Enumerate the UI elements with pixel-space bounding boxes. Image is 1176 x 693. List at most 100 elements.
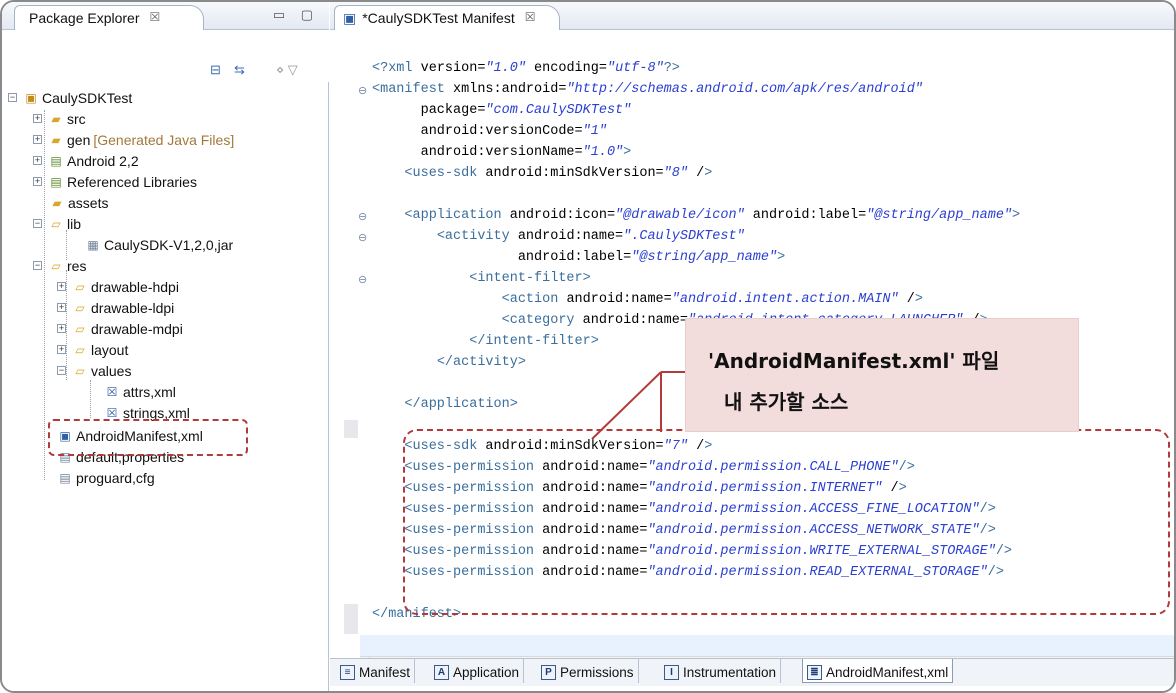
text-file-icon: ▤ xyxy=(59,470,71,485)
project-icon: ▣ xyxy=(25,90,37,105)
tree-guide-line xyxy=(90,380,91,418)
tree-item-label: drawable-ldpi xyxy=(91,299,175,316)
tree-item-values[interactable]: − ▱ values xyxy=(57,360,131,381)
tree-item-src[interactable]: + ▰ src xyxy=(33,108,86,129)
tree-item-proguard[interactable]: ▤ proguard,cfg xyxy=(57,467,155,488)
expand-icon[interactable]: + xyxy=(33,135,42,144)
code-line: <action android:name="android.intent.act… xyxy=(501,292,923,307)
code-line: <?xml version="1.0" encoding="utf-8"?> xyxy=(372,61,680,76)
tree-item-label: lib xyxy=(67,215,82,232)
package-explorer-view: Package Explorer ☒ ▭ ▢ ⊟ ⇆ ⋄ ▽ − ▣ Cauly… xyxy=(2,2,329,691)
gutter-marker xyxy=(344,420,358,438)
source-folder-icon: ▰ xyxy=(51,111,61,126)
code-line: <uses-sdk android:minSdkVersion="8" /> xyxy=(404,166,713,181)
explorer-toolbar: ⊟ ⇆ ⋄ ▽ xyxy=(2,30,329,82)
tab-manifest[interactable]: ≡ Manifest xyxy=(336,659,416,683)
code-line: <application android:icon="@drawable/ico… xyxy=(404,208,1021,223)
close-icon[interactable]: ☒ xyxy=(525,10,536,30)
tab-package-explorer[interactable]: Package Explorer ☒ xyxy=(14,5,204,30)
collapse-icon[interactable]: − xyxy=(33,219,42,228)
library-icon: ▤ xyxy=(50,174,62,189)
minimize-maximize-icon[interactable]: ▭ ▢ xyxy=(273,7,319,23)
expand-icon[interactable]: + xyxy=(33,114,42,123)
folder-icon: ▱ xyxy=(75,342,85,357)
expand-icon[interactable]: + xyxy=(33,177,42,186)
tree-item-drawable-ldpi[interactable]: + ▱ drawable-ldpi xyxy=(57,297,174,318)
tree-item-layout[interactable]: + ▱ layout xyxy=(57,339,128,360)
code-line: <manifest xmlns:android="http://schemas.… xyxy=(372,82,923,97)
manifest-file-icon: ▣ xyxy=(343,10,357,26)
gutter-marker xyxy=(344,604,358,634)
expand-icon[interactable]: + xyxy=(33,156,42,165)
tree-item-label: res xyxy=(67,257,87,274)
folder-icon: ▰ xyxy=(52,195,62,210)
tab-permissions[interactable]: P Permissions xyxy=(537,659,639,683)
tree-item-attrs-xml[interactable]: ☒ attrs,xml xyxy=(104,381,176,402)
tab-label: Permissions xyxy=(560,665,634,680)
fold-icon[interactable]: ⊖ xyxy=(358,84,367,97)
tab-androidmanifest-xml[interactable]: ≣ AndroidManifest,xml xyxy=(802,659,954,683)
fold-icon[interactable]: ⊖ xyxy=(358,231,367,244)
package-explorer-tabbar: Package Explorer ☒ ▭ ▢ xyxy=(2,2,329,30)
callout-text-line2: 내 추가할 소스 xyxy=(724,390,849,414)
view-menu-icon[interactable]: ⋄ ▽ xyxy=(276,62,298,78)
code-line: </activity> xyxy=(436,355,526,370)
close-icon[interactable]: ☒ xyxy=(150,10,161,24)
tab-instrumentation[interactable]: I Instrumentation xyxy=(660,659,782,683)
tree-item-label: values xyxy=(91,362,132,379)
expand-icon[interactable]: + xyxy=(57,303,66,312)
tree-item-assets[interactable]: ▰ assets xyxy=(49,192,108,213)
tree-item-label: CaulySDK-V1,2,0,jar xyxy=(104,236,234,253)
code-line: <intent-filter> xyxy=(469,271,591,286)
collapse-all-icon[interactable]: ⊟ xyxy=(210,62,221,78)
tree-item-label: attrs,xml xyxy=(123,383,176,400)
tab-label: *CaulySDKTest Manifest xyxy=(362,10,515,26)
tab-label: Instrumentation xyxy=(683,665,777,680)
code-line: </application> xyxy=(404,397,518,412)
tree-item-gen[interactable]: + ▰ gen [Generated Java Files] xyxy=(33,129,234,150)
tree-item-lib[interactable]: − ▱ lib xyxy=(33,213,81,234)
jar-file-icon: ▦ xyxy=(87,237,99,252)
tree-item-drawable-mdpi[interactable]: + ▱ drawable-mdpi xyxy=(57,318,183,339)
tree-item-jar[interactable]: ▦ CaulySDK-V1,2,0,jar xyxy=(85,234,233,255)
application-tab-icon: A xyxy=(434,665,449,680)
permissions-tab-icon: P xyxy=(541,665,556,680)
tab-label: Manifest xyxy=(359,665,411,680)
tree-item-suffix: [Generated Java Files] xyxy=(93,131,235,148)
permissions-highlight-box xyxy=(403,429,1170,615)
collapse-icon[interactable]: − xyxy=(57,366,66,375)
tree-item-android-lib[interactable]: + ▤ Android 2,2 xyxy=(33,150,139,171)
code-line: package="com.CaulySDKTest" xyxy=(372,103,632,118)
expand-icon[interactable]: + xyxy=(57,324,66,333)
tree-item-drawable-hdpi[interactable]: + ▱ drawable-hdpi xyxy=(57,276,179,297)
tree-item-label: proguard,cfg xyxy=(76,469,155,486)
folder-icon: ▱ xyxy=(75,300,85,315)
xml-source-tab-icon: ≣ xyxy=(807,664,822,680)
tree-item-label: src xyxy=(67,110,86,127)
library-icon: ▤ xyxy=(50,153,62,168)
editor-page-tabs: ≡ Manifest A Application P Permissions I… xyxy=(330,658,1174,686)
code-line: android:label="@string/app_name"> xyxy=(372,250,786,265)
tab-caulysdktest-manifest[interactable]: ▣ *CaulySDKTest Manifest ☒ xyxy=(334,5,560,30)
manifest-tab-icon: ≡ xyxy=(340,665,355,680)
tree-item-label: Android 2,2 xyxy=(67,152,139,169)
fold-icon[interactable]: ⊖ xyxy=(358,273,367,286)
tab-application[interactable]: A Application xyxy=(430,659,525,683)
expand-icon[interactable]: + xyxy=(57,282,66,291)
tree-item-referenced-libraries[interactable]: + ▤ Referenced Libraries xyxy=(33,171,197,192)
editor-gutter: ⊖ ⊖ ⊖ ⊖ xyxy=(330,54,367,654)
tree-item-label: CaulySDKTest xyxy=(42,89,133,106)
tree-item-project[interactable]: − ▣ CaulySDKTest xyxy=(8,87,132,108)
source-folder-icon: ▰ xyxy=(51,132,61,147)
tree-item-label: drawable-hdpi xyxy=(91,278,179,295)
manifest-highlight-box xyxy=(48,419,248,456)
editor-tabbar: ▣ *CaulySDKTest Manifest ☒ xyxy=(330,2,1174,30)
link-with-editor-icon[interactable]: ⇆ xyxy=(234,62,245,78)
fold-icon[interactable]: ⊖ xyxy=(358,210,367,223)
folder-open-icon: ▱ xyxy=(51,216,61,231)
tree-item-label: assets xyxy=(68,194,109,211)
collapse-icon[interactable]: − xyxy=(8,93,17,102)
expand-icon[interactable]: + xyxy=(57,345,66,354)
collapse-icon[interactable]: − xyxy=(33,261,42,270)
tree-item-res[interactable]: − ▱ res xyxy=(33,255,86,276)
